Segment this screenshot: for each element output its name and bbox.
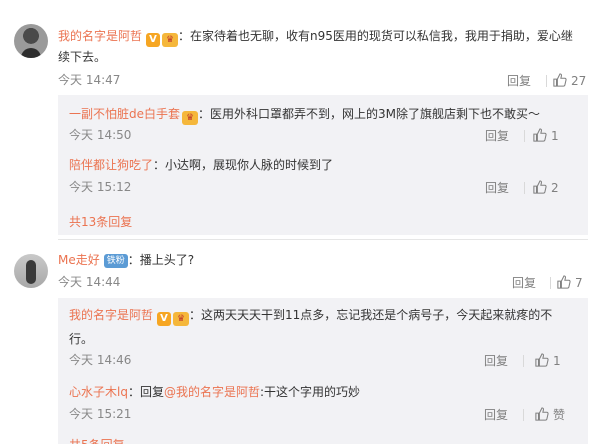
comment-text-cont: 续下去。: [58, 50, 107, 64]
reply-button[interactable]: 回复: [485, 128, 509, 144]
divider: [524, 130, 525, 142]
timestamp: 今天 14:46: [69, 353, 132, 367]
timestamp: 今天 15:21: [69, 407, 132, 421]
like-count: 1: [551, 129, 559, 143]
verified-v-icon: V: [146, 33, 161, 47]
more-replies-link[interactable]: 共5条回复: [69, 436, 125, 444]
username[interactable]: 我的名字是阿哲: [69, 308, 153, 322]
like-count: 2: [551, 181, 559, 195]
divider: [523, 409, 524, 421]
like-button[interactable]: 1: [533, 128, 559, 144]
username[interactable]: 一副不怕脏de白手套: [69, 107, 180, 121]
reply-text-cont: 行。: [69, 332, 94, 346]
reply-line: 我的名字是阿哲 V ♛ ：这两天天天干到11点多，忘记我还是个病号子，今天起来就疼的不: [69, 306, 552, 326]
comment-item: Me走好 铁粉 ：播上头了? 今天 14:44 回复 7 我的名字是阿哲 V ♛ ：这两天…: [0, 240, 600, 444]
divider: [550, 277, 551, 289]
comment-text: ：播上头了?: [127, 253, 195, 267]
thumbs-up-icon: [533, 180, 547, 194]
comment-item: 我的名字是阿哲 V ♛ ：在家待着也无聊，收有n95医用的现货可以私信我，我用于捐助，…: [0, 0, 600, 235]
like-button[interactable]: 1: [535, 353, 561, 369]
fan-badge: 铁粉: [103, 254, 128, 268]
like-count: 1: [553, 354, 561, 368]
member-crown-icon: ♛: [182, 111, 199, 125]
thumbs-up-icon: [533, 128, 547, 142]
reply-button[interactable]: 回复: [484, 407, 508, 423]
timestamp: 今天 14:50: [69, 128, 132, 142]
thumbs-up-icon: [535, 353, 549, 367]
like-count: 7: [575, 276, 583, 290]
avatar[interactable]: [14, 254, 48, 288]
reply-line: 一副不怕脏de白手套 ♛ ：医用外科口罩都弄不到，网上的3M除了旗舰店剩下也不敢买～: [69, 105, 540, 125]
reply-list: 一副不怕脏de白手套 ♛ ：医用外科口罩都弄不到，网上的3M除了旗舰店剩下也不敢买～…: [58, 95, 588, 235]
member-crown-icon: ♛: [162, 33, 179, 47]
mention-link[interactable]: @我的名字是阿哲: [164, 385, 260, 399]
username[interactable]: 心水子木lq: [69, 385, 128, 399]
username[interactable]: 陪伴都让狗吃了: [69, 158, 153, 172]
like-count: 27: [571, 74, 587, 88]
like-button[interactable]: 27: [553, 73, 586, 89]
like-button[interactable]: 7: [557, 275, 583, 291]
timestamp: 今天 14:47: [58, 73, 121, 87]
divider: [524, 182, 525, 194]
timestamp: 今天 14:44: [58, 275, 121, 289]
like-label: 赞: [553, 408, 566, 422]
thumbs-up-icon: [553, 73, 567, 87]
timestamp: 今天 15:12: [69, 180, 132, 194]
reply-button[interactable]: 回复: [507, 73, 531, 89]
reply-button[interactable]: 回复: [512, 275, 536, 291]
reply-list: 我的名字是阿哲 V ♛ ：这两天天天干到11点多，忘记我还是个病号子，今天起来就疼的不…: [58, 298, 588, 444]
reply-text: ：医用外科口罩都弄不到，网上的3M除了旗舰店剩下也不敢买～: [198, 107, 541, 121]
divider: [546, 75, 547, 87]
divider: [523, 355, 524, 367]
reply-line: 心水子木lq：回复@我的名字是阿哲:干这个字用的巧妙: [69, 383, 360, 401]
avatar[interactable]: [14, 24, 48, 58]
reply-button[interactable]: 回复: [485, 180, 509, 196]
like-button[interactable]: 2: [533, 180, 559, 196]
reply-text: :干这个字用的巧妙: [259, 385, 361, 399]
username[interactable]: Me走好: [58, 253, 100, 267]
reply-line: 陪伴都让狗吃了：小达啊，展现你人脉的时候到了: [69, 156, 333, 174]
comment-line: Me走好 铁粉 ：播上头了?: [58, 251, 194, 269]
thumbs-up-icon: [535, 407, 549, 421]
verified-v-icon: V: [157, 312, 172, 326]
comment-line: 我的名字是阿哲 V ♛ ：在家待着也无聊，收有n95医用的现货可以私信我，我用于捐助，…: [58, 27, 573, 47]
like-button[interactable]: 赞: [535, 407, 565, 423]
username[interactable]: 我的名字是阿哲: [58, 29, 142, 43]
comment-text: ：在家待着也无聊，收有n95医用的现货可以私信我，我用于捐助，爱心继: [178, 29, 573, 43]
more-replies-link[interactable]: 共13条回复: [69, 213, 132, 231]
thumbs-up-icon: [557, 275, 571, 289]
member-crown-icon: ♛: [173, 312, 190, 326]
reply-text: ：小达啊，展现你人脉的时候到了: [153, 158, 334, 172]
reply-button[interactable]: 回复: [484, 353, 508, 369]
reply-text: ：这两天天天干到11点多，忘记我还是个病号子，今天起来就疼的不: [189, 308, 553, 322]
reply-text-prefix: ：回复: [127, 385, 164, 399]
